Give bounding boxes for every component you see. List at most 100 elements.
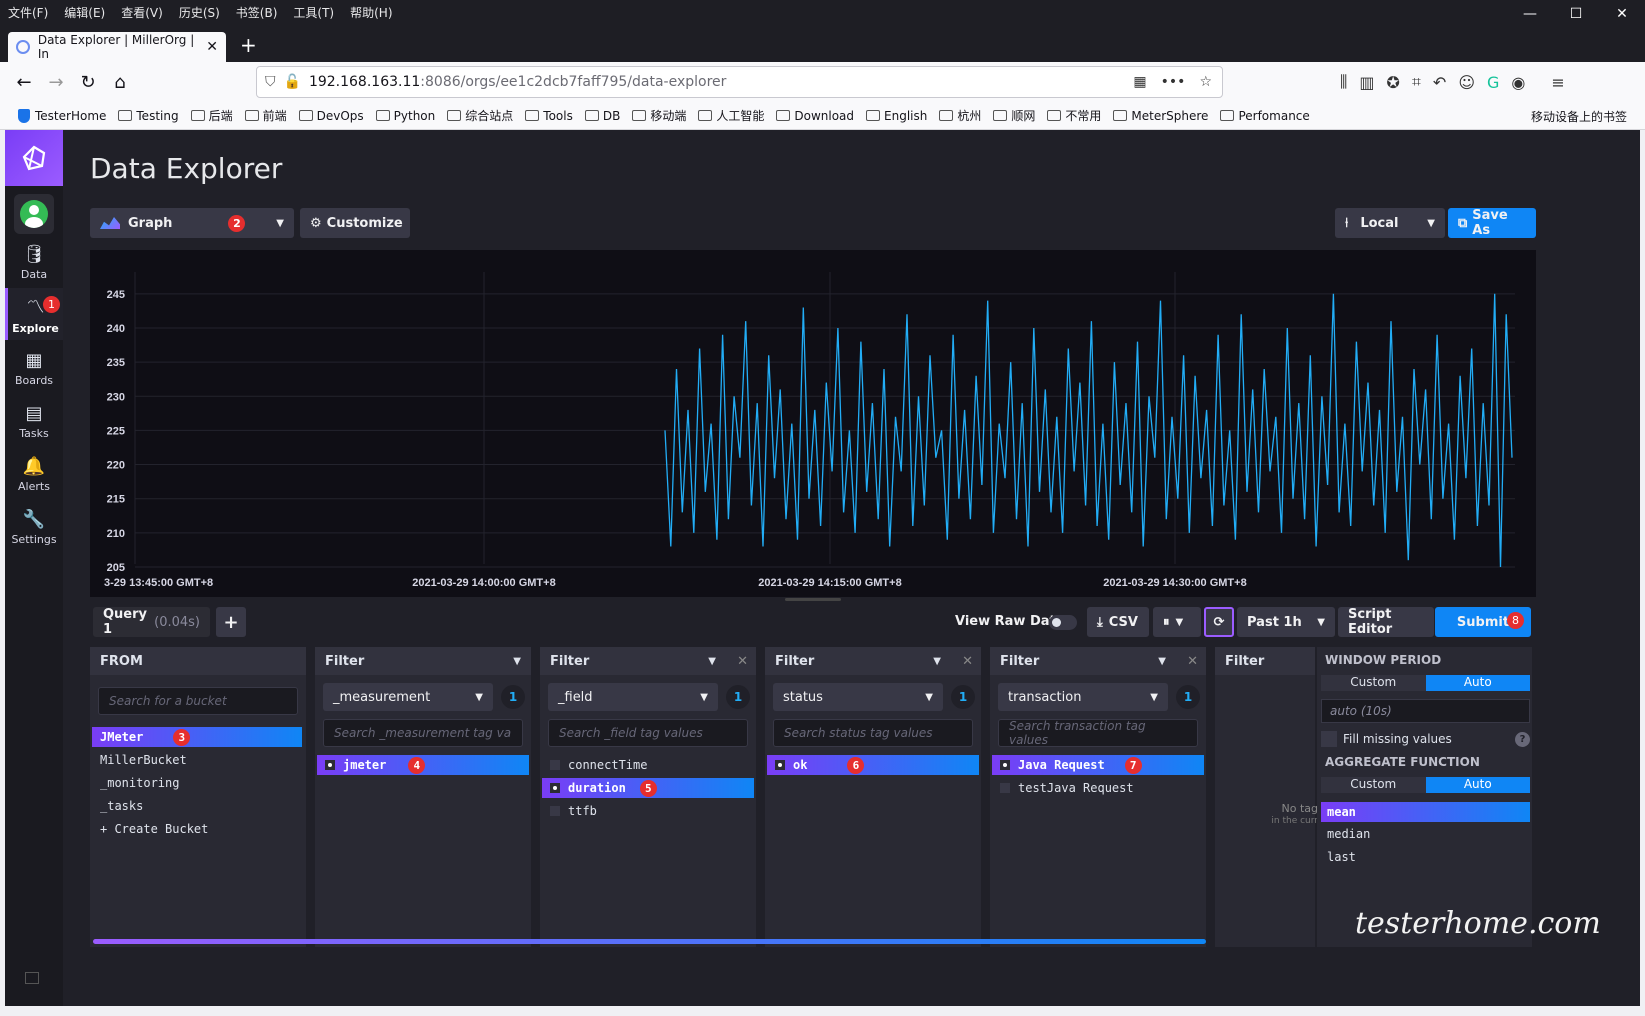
bucket-item-selected[interactable]: JMeter 3 bbox=[92, 727, 302, 747]
tag-value-item[interactable]: testJava Request bbox=[992, 778, 1204, 798]
window-custom-button[interactable]: Custom bbox=[1321, 675, 1426, 691]
menu-edit[interactable]: 编辑(E) bbox=[56, 4, 113, 21]
fill-missing-checkbox[interactable] bbox=[1321, 731, 1337, 747]
bookmark-folder[interactable]: 不常用 bbox=[1047, 107, 1101, 124]
grammarly-icon[interactable]: G bbox=[1487, 73, 1499, 92]
library-icon[interactable]: ⫼ bbox=[1340, 72, 1347, 92]
menu-file[interactable]: 文件(F) bbox=[0, 4, 56, 21]
tag-search-input[interactable]: Search status tag values bbox=[773, 719, 973, 747]
timezone-dropdown[interactable]: ⍿ Local ▼ bbox=[1335, 208, 1445, 238]
create-bucket-button[interactable]: + Create Bucket bbox=[92, 819, 304, 839]
tag-value-item[interactable]: ttfb bbox=[542, 801, 754, 821]
query-tab[interactable]: Query 1 (0.04s) bbox=[93, 607, 210, 637]
customize-button[interactable]: ⚙ Customize bbox=[300, 208, 410, 238]
menu-tools[interactable]: 工具(T) bbox=[285, 4, 342, 21]
bookmark-folder[interactable]: 综合站点 bbox=[447, 107, 513, 124]
nav-item-alerts[interactable]: 🔔 Alerts bbox=[5, 448, 63, 500]
save-as-button[interactable]: ⧉ Save As bbox=[1448, 208, 1536, 238]
close-tab-icon[interactable]: ✕ bbox=[206, 39, 218, 55]
tag-search-input[interactable]: Search _field tag values bbox=[548, 719, 748, 747]
hamburger-menu-icon[interactable]: ≡ bbox=[1551, 73, 1564, 92]
aggregate-custom-button[interactable]: Custom bbox=[1321, 777, 1426, 793]
crop-icon[interactable]: ⌗ bbox=[1412, 72, 1421, 92]
influx-logo-icon[interactable] bbox=[5, 130, 63, 186]
bookmark-folder[interactable]: MeterSphere bbox=[1113, 109, 1208, 123]
chevron-down-icon[interactable]: ▼ bbox=[1158, 656, 1166, 667]
menu-history[interactable]: 历史(S) bbox=[171, 4, 228, 21]
tag-value-item-selected[interactable]: jmeter 4 bbox=[317, 755, 529, 775]
bookmark-folder[interactable]: 移动端 bbox=[632, 107, 686, 124]
more-actions-icon[interactable]: ••• bbox=[1161, 74, 1186, 90]
tag-value-item[interactable]: connectTime bbox=[542, 755, 754, 775]
close-icon[interactable]: ✕ bbox=[737, 654, 748, 669]
filter-key-dropdown[interactable]: _measurement ▼ bbox=[323, 683, 493, 711]
aggregate-auto-button[interactable]: Auto bbox=[1425, 777, 1530, 793]
nav-item-settings[interactable]: 🔧 Settings bbox=[5, 501, 63, 553]
aggregate-function-item[interactable]: median bbox=[1321, 824, 1530, 844]
window-period-input[interactable]: auto (10s) bbox=[1321, 699, 1530, 723]
browser-tab[interactable]: Data Explorer | MillerOrg | In ✕ bbox=[8, 32, 226, 62]
maximize-button[interactable]: ☐ bbox=[1553, 0, 1599, 28]
menu-bookmarks[interactable]: 书签(B) bbox=[228, 4, 286, 21]
close-icon[interactable]: ✕ bbox=[962, 654, 973, 669]
tag-value-item-selected[interactable]: duration 5 bbox=[542, 778, 754, 798]
close-window-button[interactable]: ✕ bbox=[1599, 0, 1645, 28]
back-arrow-icon[interactable]: ← bbox=[8, 66, 40, 98]
filter-key-dropdown[interactable]: status ▼ bbox=[773, 683, 943, 711]
help-icon[interactable]: ? bbox=[1515, 731, 1530, 747]
bookmark-folder[interactable]: Download bbox=[776, 109, 854, 123]
bookmark-folder[interactable]: Python bbox=[375, 109, 435, 123]
graph-panel[interactable]: 245 240 235 230 225 220 215 210 205 3-29 13:45:00… bbox=[90, 250, 1536, 597]
bookmark-star-icon[interactable]: ☆ bbox=[1199, 74, 1212, 90]
forward-arrow-icon[interactable]: → bbox=[40, 66, 72, 98]
sidebar-icon[interactable]: ▥ bbox=[1359, 73, 1374, 92]
bookmark-folder[interactable]: Tools bbox=[525, 109, 573, 123]
horizontal-scrollbar[interactable] bbox=[93, 939, 1206, 944]
refresh-button[interactable]: ⟳ bbox=[1204, 607, 1234, 637]
view-raw-data-toggle[interactable] bbox=[1049, 615, 1077, 630]
extension-icon[interactable]: ✪ bbox=[1387, 73, 1400, 92]
bookmark-folder[interactable]: 人工智能 bbox=[698, 107, 764, 124]
nav-item-data[interactable]: 🛢 Data bbox=[5, 236, 63, 288]
script-editor-button[interactable]: Script Editor bbox=[1338, 607, 1434, 637]
new-tab-button[interactable]: + bbox=[240, 33, 257, 57]
circle-icon[interactable]: ◉ bbox=[1511, 73, 1525, 92]
bookmark-folder[interactable]: DevOps bbox=[298, 109, 364, 123]
bookmark-folder[interactable]: 后端 bbox=[190, 107, 233, 124]
qr-code-icon[interactable]: ▦ bbox=[1133, 74, 1146, 90]
bookmark-folder[interactable]: English bbox=[866, 109, 927, 123]
bucket-item[interactable]: _tasks bbox=[92, 796, 304, 816]
chevron-down-icon[interactable]: ▼ bbox=[708, 656, 716, 667]
close-icon[interactable]: ✕ bbox=[1187, 654, 1198, 669]
home-icon[interactable]: ⌂ bbox=[104, 66, 136, 98]
tag-value-item-selected[interactable]: Java Request 7 bbox=[992, 755, 1204, 775]
bucket-item[interactable]: _monitoring bbox=[92, 773, 304, 793]
bookmark-testerhome[interactable]: TesterHome bbox=[18, 108, 106, 123]
time-range-dropdown[interactable]: Past 1h ▼ bbox=[1237, 607, 1335, 637]
user-avatar[interactable] bbox=[14, 194, 54, 234]
bucket-item[interactable]: MillerBucket bbox=[92, 750, 304, 770]
aggregate-function-item-selected[interactable]: mean bbox=[1321, 802, 1530, 822]
minimize-button[interactable]: — bbox=[1507, 0, 1553, 28]
tag-search-input[interactable]: Search _measurement tag va bbox=[323, 719, 523, 747]
filter-key-dropdown[interactable]: _field ▼ bbox=[548, 683, 718, 711]
menu-help[interactable]: 帮助(H) bbox=[342, 4, 400, 21]
bookmark-folder[interactable]: Testing bbox=[118, 109, 179, 123]
filter-key-dropdown[interactable]: transaction ▼ bbox=[998, 683, 1168, 711]
nav-item-boards[interactable]: ▦ Boards bbox=[5, 342, 63, 394]
bucket-search-input[interactable]: Search for a bucket bbox=[98, 687, 298, 715]
chevron-down-icon[interactable]: ▼ bbox=[933, 656, 941, 667]
chevron-down-icon[interactable]: ▼ bbox=[513, 656, 521, 667]
window-auto-button[interactable]: Auto bbox=[1425, 675, 1530, 691]
collapse-nav-icon[interactable] bbox=[25, 972, 39, 984]
resize-handle[interactable] bbox=[785, 598, 841, 601]
mask-icon[interactable]: ☺ bbox=[1458, 73, 1475, 92]
aggregate-function-item[interactable]: last bbox=[1321, 847, 1530, 867]
undo-icon[interactable]: ↶ bbox=[1433, 73, 1446, 92]
nav-item-tasks[interactable]: ▤ Tasks bbox=[5, 395, 63, 447]
mobile-bookmarks[interactable]: 移动设备上的书签 bbox=[1531, 108, 1627, 125]
autorefresh-dropdown[interactable]: ⏸ ▼ bbox=[1153, 607, 1201, 637]
graph-type-dropdown[interactable]: Graph 2 ▼ bbox=[90, 208, 294, 238]
url-bar[interactable]: ⛉ 🔓 192.168.163.11:8086/orgs/ee1c2dcb7fa… bbox=[256, 66, 1223, 98]
reload-icon[interactable]: ↻ bbox=[72, 66, 104, 98]
